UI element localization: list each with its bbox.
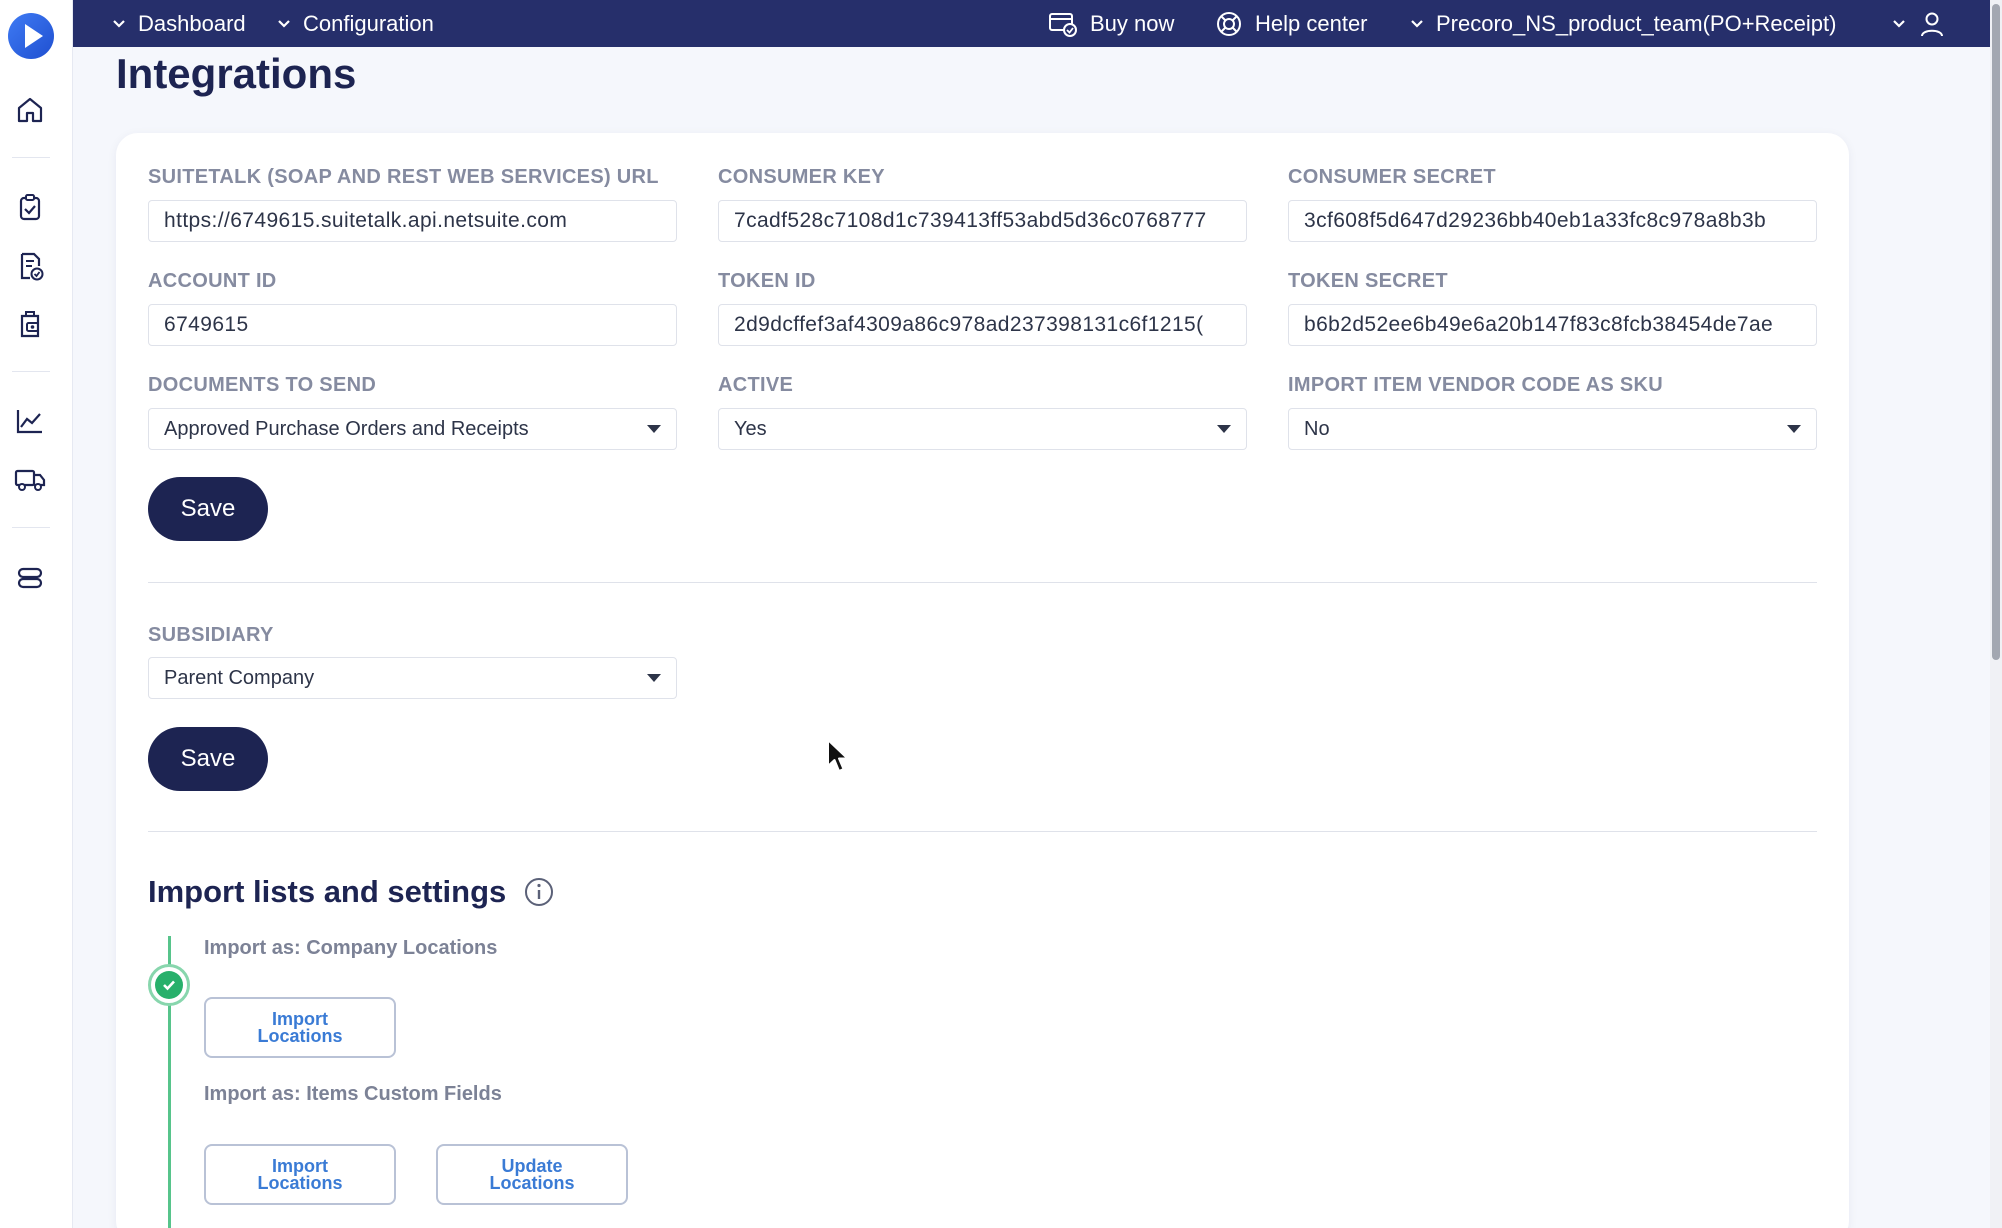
document-check-icon[interactable] (13, 249, 47, 283)
nav-dashboard[interactable]: Dashboard (112, 0, 246, 47)
section-divider (148, 582, 1817, 583)
home-icon[interactable] (13, 93, 47, 127)
save-credentials-button[interactable]: Save (148, 477, 268, 541)
nav-configuration-label: Configuration (303, 10, 434, 36)
user-menu[interactable] (1892, 0, 1946, 47)
chevron-down-icon (1893, 19, 1905, 28)
nav-configuration[interactable]: Configuration (277, 0, 434, 47)
consumer-key-input[interactable]: 7cadf528c7108d1c739413ff53abd5d36c076877… (718, 200, 1247, 242)
user-icon (1921, 12, 1943, 36)
chart-line-icon[interactable] (13, 404, 47, 438)
documents-to-send-label: DOCUMENTS TO SEND (148, 374, 377, 396)
subsidiary-value: Parent Company (164, 666, 315, 689)
page-title: Integrations (116, 50, 357, 97)
token-id-label: TOKEN ID (718, 270, 816, 292)
token-id-value: 2d9dcffef3af4309a86c978ad237398131c6f121… (734, 313, 1204, 336)
top-nav-bar: Dashboard Configuration Buy now Help cen… (73, 0, 2002, 47)
consumer-secret-label: CONSUMER SECRET (1288, 166, 1496, 188)
caret-down-icon (647, 425, 661, 433)
clipboard-check-icon[interactable] (13, 190, 47, 224)
import-section-title-text: Import lists and settings (148, 874, 507, 909)
import-vendor-code-label: IMPORT ITEM VENDOR CODE AS SKU (1288, 374, 1663, 396)
logo-icon[interactable] (8, 13, 54, 59)
chevron-down-icon (1411, 19, 1423, 28)
account-id-input[interactable]: 6749615 (148, 304, 677, 346)
active-select[interactable]: Yes (718, 408, 1247, 450)
consumer-key-value: 7cadf528c7108d1c739413ff53abd5d36c076877… (734, 209, 1207, 232)
token-id-input[interactable]: 2d9dcffef3af4309a86c978ad237398131c6f121… (718, 304, 1247, 346)
import-locations-button[interactable]: Import Locations (204, 997, 396, 1058)
company-label: Precoro_NS_product_team(PO+Receipt) (1436, 10, 1837, 36)
scrollbar-thumb[interactable] (1992, 4, 2000, 660)
chevron-down-icon (278, 19, 290, 28)
nav-dashboard-label: Dashboard (138, 10, 246, 36)
sidebar-divider (12, 371, 50, 372)
buy-now-link[interactable]: Buy now (1048, 0, 1174, 47)
info-icon[interactable] (524, 877, 554, 907)
company-locations-label: Import as: Company Locations (204, 937, 498, 959)
cart-card-icon (1049, 12, 1077, 37)
token-secret-value: b6b2d52ee6b49e6a20b147f83c8fcb38454de7ae (1304, 313, 1774, 336)
suitetalk-url-label: SUITETALK (SOAP AND REST WEB SERVICES) U… (148, 166, 659, 188)
sidebar-divider (12, 157, 50, 158)
items-custom-fields-label: Import as: Items Custom Fields (204, 1083, 502, 1105)
caret-down-icon (647, 674, 661, 682)
lifebuoy-icon (1217, 11, 1241, 36)
chevron-down-icon (113, 19, 125, 28)
import-custom-fields-button[interactable]: Import Locations (204, 1144, 396, 1205)
account-id-value: 6749615 (164, 313, 249, 336)
help-center-link[interactable]: Help center (1215, 0, 1368, 47)
check-icon (155, 971, 183, 999)
documents-to-send-value: Approved Purchase Orders and Receipts (164, 417, 529, 440)
active-value: Yes (734, 417, 767, 440)
mouse-cursor-icon (827, 739, 849, 772)
consumer-secret-value: 3cf608f5d647d29236bb40eb1a33fc8c978a8b3b (1304, 209, 1767, 232)
account-id-label: ACCOUNT ID (148, 270, 277, 292)
suitetalk-url-input[interactable]: https://6749615.suitetalk.api.netsuite.c… (148, 200, 677, 242)
consumer-key-label: CONSUMER KEY (718, 166, 885, 188)
active-label: ACTIVE (718, 374, 794, 396)
help-center-label: Help center (1255, 10, 1368, 36)
import-section-title: Import lists and settings (148, 874, 554, 910)
company-switcher[interactable]: Precoro_NS_product_team(PO+Receipt) (1410, 0, 1836, 47)
caret-down-icon (1217, 425, 1231, 433)
token-secret-input[interactable]: b6b2d52ee6b49e6a20b147f83c8fcb38454de7ae (1288, 304, 1817, 346)
page-scrollbar[interactable] (1990, 0, 2002, 1228)
caret-down-icon (1787, 425, 1801, 433)
truck-icon[interactable] (13, 462, 47, 496)
receipt-icon[interactable] (13, 307, 47, 341)
suitetalk-url-value: https://6749615.suitetalk.api.netsuite.c… (164, 209, 568, 232)
import-vendor-code-select[interactable]: No (1288, 408, 1817, 450)
save-subsidiary-button[interactable]: Save (148, 727, 268, 791)
database-icon[interactable] (13, 561, 47, 595)
documents-to-send-select[interactable]: Approved Purchase Orders and Receipts (148, 408, 677, 450)
update-locations-button[interactable]: Update Locations (436, 1144, 628, 1205)
timeline-step-complete (148, 964, 190, 1006)
buy-now-label: Buy now (1090, 10, 1175, 36)
consumer-secret-input[interactable]: 3cf608f5d647d29236bb40eb1a33fc8c978a8b3b (1288, 200, 1817, 242)
import-vendor-code-value: No (1304, 417, 1330, 440)
sidebar (0, 0, 73, 1228)
subsidiary-select[interactable]: Parent Company (148, 657, 677, 699)
subsidiary-label: SUBSIDIARY (148, 624, 274, 646)
token-secret-label: TOKEN SECRET (1288, 270, 1448, 292)
sidebar-divider (12, 527, 50, 528)
section-divider (148, 831, 1817, 832)
